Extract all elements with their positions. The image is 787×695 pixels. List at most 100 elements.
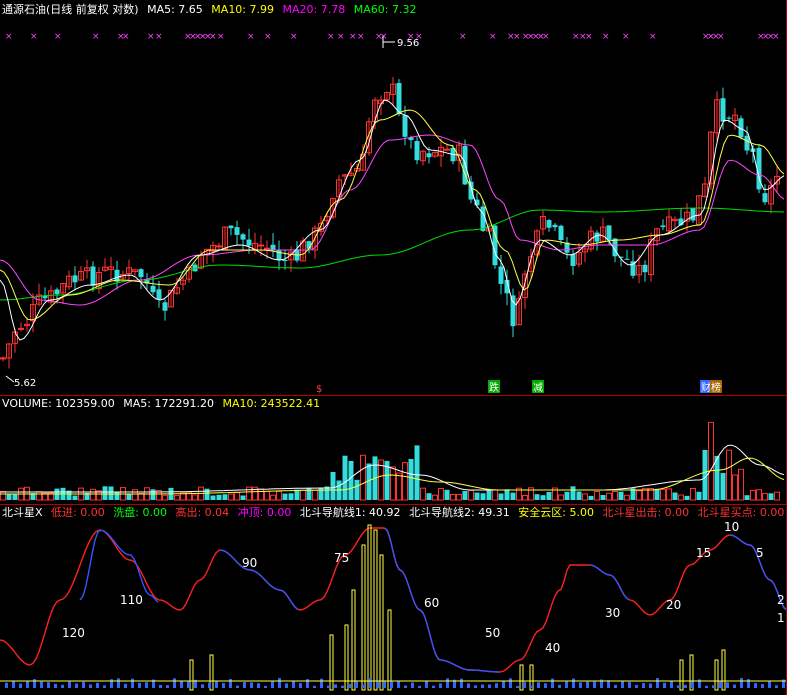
indicator-buy-point: 北斗星买点: 0.00 — [697, 506, 785, 519]
indicator-bar — [5, 682, 8, 688]
candle-down — [606, 225, 612, 240]
volume-bar — [330, 472, 336, 500]
signal-marker-icon: × — [602, 32, 610, 42]
volume-bar — [546, 492, 552, 500]
candle-down — [426, 153, 432, 158]
indicator-curve-label: 40 — [545, 641, 560, 655]
indicator-bar — [19, 683, 22, 688]
indicator-safe-zone: 安全云区: 5.00 — [518, 506, 594, 519]
volume-bar — [324, 486, 330, 500]
indicator-bar — [621, 680, 624, 688]
volume-ma10-label: MA10: 243522.41 — [222, 397, 321, 410]
indicator-bar — [131, 678, 134, 688]
indicator-bar — [719, 680, 722, 688]
volume-bar — [12, 494, 18, 500]
signal-marker-icon: × — [30, 32, 38, 42]
indicator-spike — [679, 659, 684, 691]
volume-bar — [708, 421, 714, 501]
volume-bar — [426, 493, 432, 500]
volume-bar — [744, 495, 750, 500]
indicator-bar — [299, 683, 302, 688]
signal-marker-icon: × — [217, 32, 225, 42]
indicator-bar — [558, 684, 561, 688]
candle-down — [276, 249, 282, 261]
volume-bar — [606, 492, 612, 501]
signal-marker-icon: × — [247, 32, 255, 42]
volume-bar — [720, 472, 726, 500]
indicator-bar — [642, 683, 645, 688]
indicator-bar — [446, 678, 449, 688]
volume-bar — [270, 494, 276, 501]
signal-marker-icon: × — [649, 32, 657, 42]
volume-bar — [624, 494, 630, 501]
indicator-bar — [341, 685, 344, 688]
candle-down — [726, 117, 732, 119]
chart-canvas[interactable]: × × × × ×× × × ×××××× × × × × × × × × ×× × × × × ×× ××××× × ×× × ×… — [0, 0, 787, 695]
volume-bar — [534, 494, 540, 500]
candle-down — [594, 232, 600, 242]
indicator-low-entry: 低进: 0.00 — [51, 506, 105, 519]
candle-down — [498, 266, 504, 284]
indicator-bar — [236, 685, 239, 688]
indicator-bar — [474, 685, 477, 688]
indicator-bar — [348, 683, 351, 688]
low-marker-arrow — [5, 375, 15, 383]
volume-bar — [90, 488, 96, 501]
volume-bar — [684, 495, 690, 500]
indicator-bar — [54, 683, 57, 688]
indicator-bar — [418, 685, 421, 688]
indicator-curve-label: 60 — [424, 596, 439, 610]
volume-bar — [300, 489, 306, 501]
indicator-bar — [117, 678, 120, 688]
indicator-bar — [327, 685, 330, 688]
indicator-bar — [320, 678, 323, 688]
indicator-bar — [425, 680, 428, 688]
indicator-bar — [593, 681, 596, 688]
indicator-curve-label: 90 — [242, 556, 257, 570]
volume-bar — [768, 493, 774, 500]
indicator-bar — [726, 682, 729, 688]
indicator-bar — [754, 683, 757, 688]
indicator-bar — [579, 682, 582, 688]
indicator-bar — [285, 683, 288, 688]
indicator-curve-blue — [589, 564, 630, 601]
indicator-bar — [278, 678, 281, 688]
signal-label: 榜 — [711, 381, 721, 394]
indicator-bar — [47, 682, 50, 688]
volume-bar — [0, 491, 6, 501]
signal-marker-icon: × — [327, 32, 335, 42]
signal-marker-icon: × — [357, 32, 365, 42]
indicator-bar — [516, 686, 519, 688]
indicator-nav2: 北斗导航线2: 49.31 — [409, 506, 510, 519]
volume-bar — [6, 493, 12, 500]
volume-bar — [690, 488, 696, 501]
volume-bar — [636, 490, 642, 501]
indicator-bar — [89, 684, 92, 688]
indicator-curve-label: 110 — [120, 593, 143, 607]
indicator-bar — [173, 678, 176, 688]
volume-bar — [408, 459, 414, 500]
indicator-bar — [530, 685, 533, 688]
indicator-bar — [138, 682, 141, 688]
candle-down — [414, 141, 420, 161]
indicator-bar — [397, 681, 400, 688]
indicator-bar — [243, 682, 246, 688]
indicator-bar — [180, 681, 183, 688]
indicator-curve-label: 2 — [777, 593, 785, 607]
volume-bar — [150, 489, 156, 500]
indicator-bar — [376, 681, 379, 688]
indicator-bar — [82, 681, 85, 688]
volume-bar — [558, 494, 564, 501]
indicator-spike — [721, 649, 726, 691]
indicator-bar — [159, 684, 162, 688]
volume-bar — [192, 494, 198, 501]
indicator-curve-label: 75 — [334, 551, 349, 565]
indicator-spike — [351, 589, 356, 691]
low-price-label: 5.62 — [14, 378, 36, 389]
volume-bar — [672, 492, 678, 500]
indicator-bar — [271, 681, 274, 688]
candle-down — [546, 220, 552, 228]
volume-bar — [258, 488, 264, 501]
indicator-curve-label: 10 — [724, 520, 739, 534]
indicator-high-exit: 高出: 0.04 — [175, 506, 230, 519]
